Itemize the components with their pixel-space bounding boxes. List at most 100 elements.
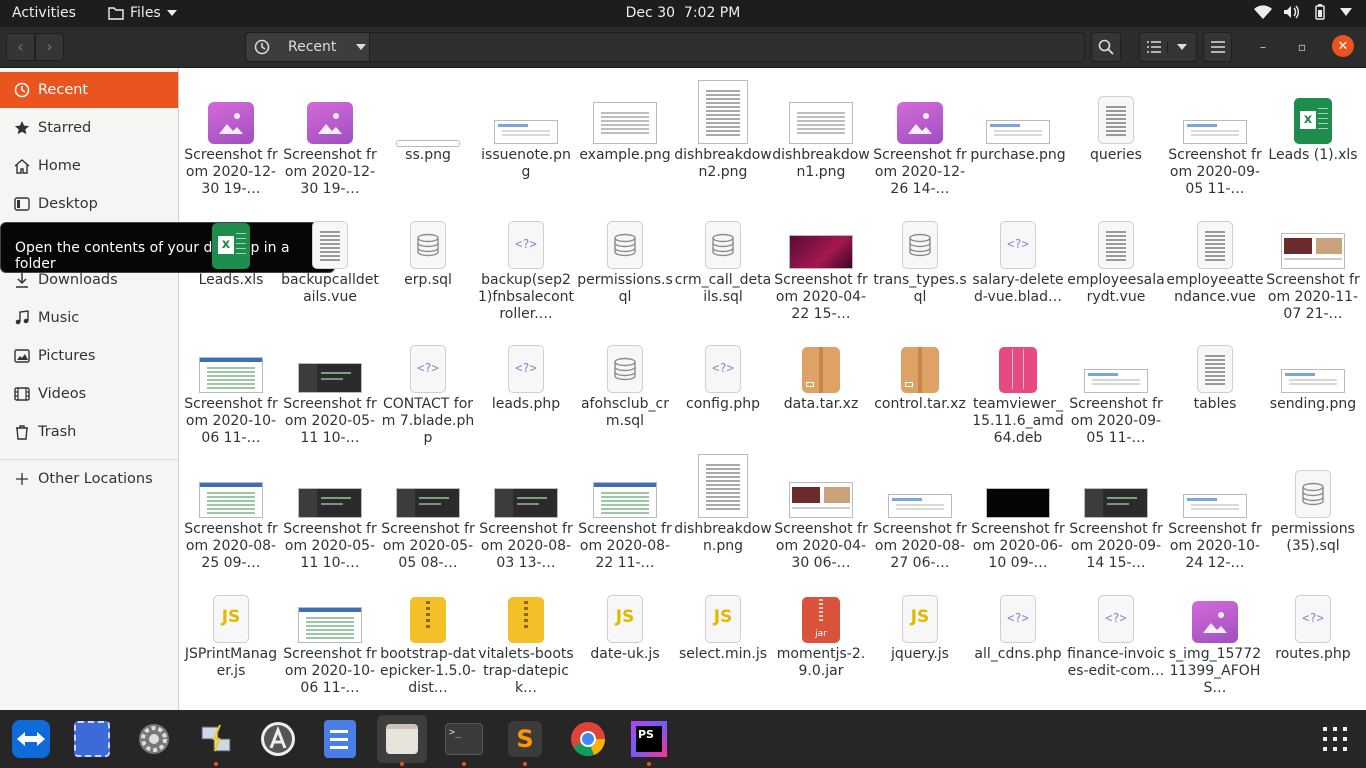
dock-settings-button[interactable] [129, 715, 179, 763]
sidebar-item-label: Music [38, 310, 80, 326]
star-icon [13, 120, 30, 137]
app-menu[interactable]: Files [108, 5, 177, 21]
dock-network-button[interactable] [191, 715, 241, 766]
search-icon [1098, 39, 1114, 55]
software-icon [259, 720, 297, 758]
minimize-button[interactable]: – [1253, 37, 1273, 57]
xls-icon-glyph: x [218, 236, 234, 254]
database-file-icon [1264, 442, 1362, 518]
file-name: sending.png [1269, 396, 1357, 412]
image-thumbnail [281, 442, 379, 518]
file-name: jquery.js [891, 646, 949, 662]
code-icon-glyph: <?> [417, 361, 439, 375]
header-bar: ‹ › Recent – ▫ ✕ [0, 27, 1366, 68]
dock-sublime-button[interactable]: S [500, 715, 550, 766]
system-tray[interactable] [1254, 4, 1352, 20]
folder-icon [108, 7, 124, 20]
dock-tasks-button[interactable] [315, 715, 365, 763]
dock-phpstorm-button[interactable]: PS [624, 715, 674, 766]
dock-show-apps-button[interactable] [1310, 715, 1360, 763]
file-name: Leads (1).xls [1268, 147, 1358, 163]
forward-button[interactable]: › [35, 33, 64, 61]
image-thumbnail [772, 68, 870, 144]
app-menu-label: Files [130, 5, 161, 21]
sidebar-item-pictures[interactable]: Pictures [0, 338, 178, 374]
music-icon [13, 310, 30, 327]
path-bar[interactable]: Recent [245, 32, 1085, 62]
dock: >_ S PS [0, 710, 1366, 768]
js-icon-glyph: JS [221, 607, 241, 627]
zip-file-icon [379, 567, 477, 643]
file-name: Screenshot from 2020-10-06 11-… [283, 646, 377, 696]
clock[interactable]: Dec 30 7:02 PM [626, 5, 741, 21]
sidebar-item-other-locations[interactable]: Other Locations [0, 461, 178, 497]
chevron-down-icon [356, 44, 367, 50]
activities-button[interactable]: Activities [12, 5, 76, 21]
image-thumbnail [576, 68, 674, 144]
clock-icon [13, 82, 30, 99]
zip-file-icon [477, 567, 575, 643]
dock-chrome-button[interactable] [563, 715, 613, 763]
list-view-button[interactable] [1140, 41, 1168, 53]
image-file-icon [182, 68, 280, 144]
close-button[interactable]: ✕ [1332, 35, 1354, 57]
image-thumbnail [1264, 317, 1362, 393]
volume-icon [1284, 5, 1299, 19]
image-thumbnail [379, 68, 477, 147]
file-name: date-uk.js [590, 646, 660, 662]
file-name: erp.sql [404, 272, 452, 288]
text-file-icon [1067, 193, 1165, 269]
sidebar-item-label: Desktop [38, 196, 98, 212]
file-name: JSPrintManager.js [184, 646, 278, 679]
sidebar-item-starred[interactable]: Starred [0, 110, 178, 146]
file-name: Screenshot from 2020-05-11 10-… [283, 521, 377, 571]
dock-teamviewer-button[interactable] [6, 715, 56, 763]
file-name: permissions.sql [577, 272, 673, 305]
database-file-icon [674, 193, 772, 269]
file-name: tables [1193, 396, 1237, 412]
path-recent-button[interactable]: Recent [246, 33, 370, 61]
sidebar-item-desktop[interactable]: Desktop [0, 186, 178, 222]
dock-files-button[interactable] [377, 715, 427, 766]
dock-software-button[interactable] [253, 715, 303, 763]
javascript-file-icon: JS [182, 567, 280, 643]
top-bar: Activities Files Dec 30 7:02 PM [0, 0, 1366, 27]
file-grid: Screenshot from 2020-12-30 19-… Screensho… [182, 68, 1366, 710]
wifi-icon [1254, 5, 1272, 19]
file-name: Screenshot from 2020-12-26 14-… [873, 147, 967, 197]
sidebar-item-home[interactable]: Home [0, 148, 178, 184]
dock-screenshot-button[interactable] [67, 715, 117, 763]
back-button[interactable]: ‹ [6, 33, 35, 61]
file-name: Screenshot from 2020-10-24 12-… [1168, 521, 1262, 571]
image-thumbnail [871, 442, 969, 518]
sidebar-item-music[interactable]: Music [0, 300, 178, 336]
file-name: Screenshot from 2020-05-11 10-… [283, 396, 377, 446]
code-icon-glyph: <?> [1302, 611, 1324, 625]
dock-terminal-button[interactable]: >_ [439, 715, 489, 766]
list-icon [1146, 41, 1161, 53]
image-file-icon [1166, 567, 1264, 643]
sidebar-item-videos[interactable]: Videos [0, 376, 178, 412]
hamburger-menu-button[interactable] [1203, 32, 1232, 62]
file-name: issuenote.png [481, 147, 571, 180]
view-options-button[interactable] [1168, 44, 1196, 50]
code-file-icon: <?> [1067, 567, 1165, 643]
file-name: bootstrap-datepicker-1.5.0-dist… [380, 646, 476, 696]
image-thumbnail [379, 442, 477, 518]
sidebar-item-label: Other Locations [38, 471, 153, 487]
plus-icon [13, 471, 30, 488]
sidebar-item-label: Videos [38, 386, 87, 402]
image-thumbnail [674, 442, 772, 518]
code-file-icon: <?> [379, 317, 477, 393]
maximize-button[interactable]: ▫ [1292, 37, 1312, 57]
sidebar-item-recent[interactable]: Recent [0, 72, 178, 108]
xls-icon-glyph: x [1300, 111, 1316, 129]
search-button[interactable] [1091, 32, 1121, 62]
database-file-icon [576, 317, 674, 393]
sidebar-item-label: Home [38, 158, 81, 174]
files-icon [386, 724, 418, 754]
sidebar-item-label: Trash [38, 424, 77, 440]
file-name: employeesalarydt.vue [1067, 272, 1165, 305]
sidebar-item-trash[interactable]: Trash [0, 414, 178, 450]
js-icon-glyph: JS [615, 607, 635, 627]
